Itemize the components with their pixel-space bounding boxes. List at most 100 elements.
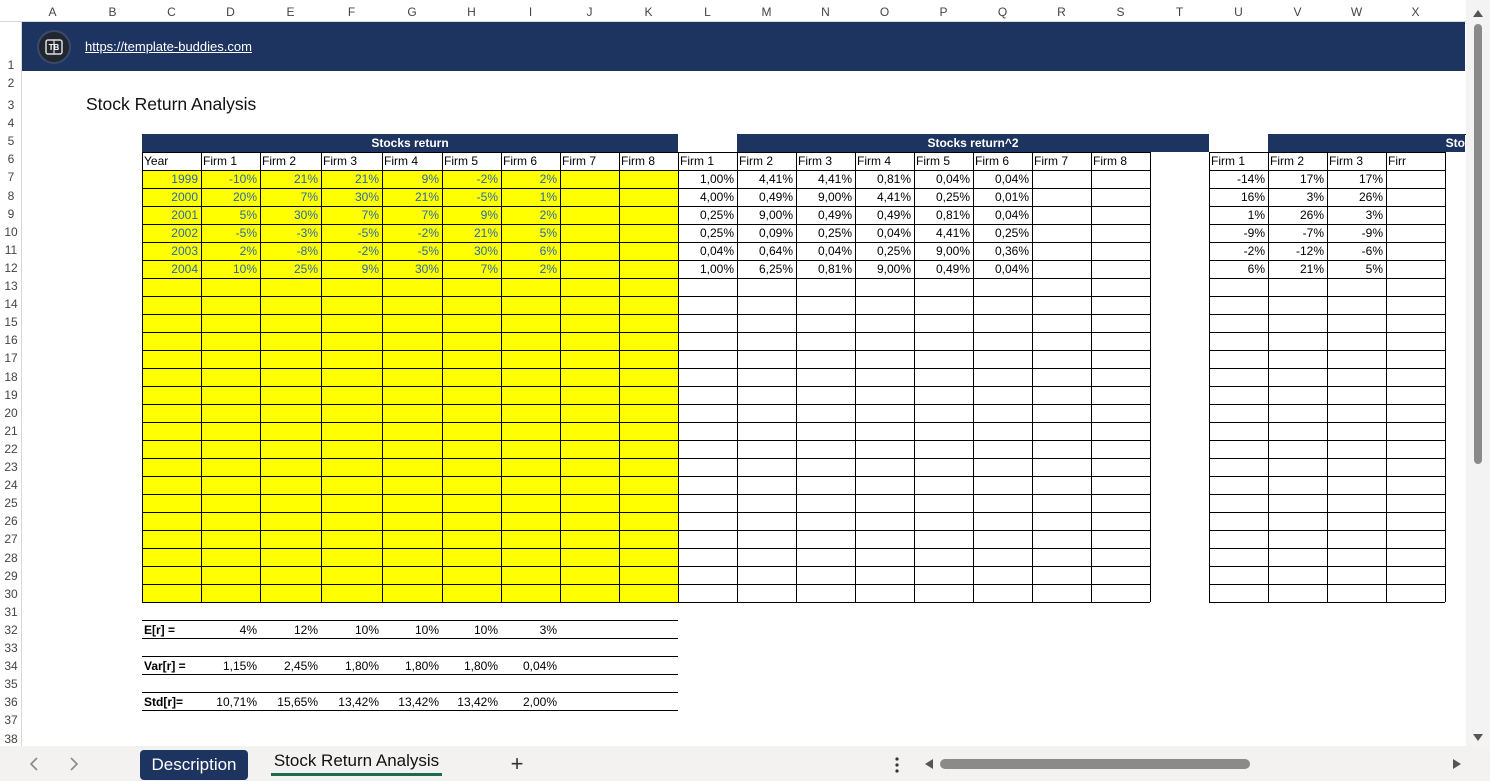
squared-header-cell[interactable]: Firm 6 (975, 152, 1029, 170)
returns-cell[interactable] (562, 242, 616, 260)
vertical-scroll-thumb[interactable] (1474, 24, 1482, 464)
squared-cell[interactable]: 0,64% (739, 242, 793, 260)
summary-value[interactable]: 13,42% (444, 693, 498, 711)
squared-cell[interactable]: 9,00% (916, 242, 970, 260)
squared-cell[interactable]: 0,25% (680, 206, 734, 224)
returns-header-cell[interactable]: Firm 3 (323, 152, 379, 170)
returns-cell[interactable]: 7% (444, 260, 498, 278)
squared-cell[interactable]: 0,04% (975, 206, 1029, 224)
returns-cell[interactable]: 30% (444, 242, 498, 260)
squared-cell[interactable]: 0,49% (916, 260, 970, 278)
summary-value[interactable]: 13,42% (384, 693, 439, 711)
third-cell[interactable]: 17% (1329, 170, 1383, 188)
squared-cell[interactable]: 6,25% (739, 260, 793, 278)
returns-cell[interactable] (621, 170, 675, 188)
returns-header-cell[interactable]: Firm 5 (444, 152, 498, 170)
squared-cell[interactable] (1093, 224, 1147, 242)
prev-sheet-icon[interactable] (24, 753, 44, 775)
third-header-cell[interactable]: Firr (1388, 152, 1442, 170)
returns-cell[interactable]: 2% (503, 260, 557, 278)
returns-cell[interactable]: 1% (503, 188, 557, 206)
returns-cell[interactable]: 21% (444, 224, 498, 242)
returns-cell[interactable]: 7% (323, 206, 379, 224)
third-cell[interactable]: 16% (1211, 188, 1265, 206)
third-cell[interactable]: -7% (1270, 224, 1324, 242)
third-cell[interactable]: 3% (1270, 188, 1324, 206)
squared-cell[interactable]: 0,09% (739, 224, 793, 242)
returns-header-cell[interactable]: Firm 1 (203, 152, 257, 170)
squared-cell[interactable]: 0,25% (857, 242, 911, 260)
squared-cell[interactable] (1093, 260, 1147, 278)
more-options-icon[interactable] (890, 754, 904, 776)
returns-cell[interactable] (562, 170, 616, 188)
returns-cell[interactable]: 2% (203, 242, 257, 260)
tab-description[interactable]: Description (140, 750, 248, 780)
squared-cell[interactable]: 0,81% (857, 170, 911, 188)
third-cell[interactable]: -12% (1270, 242, 1324, 260)
squared-cell[interactable]: 1,00% (680, 170, 734, 188)
squared-header-cell[interactable]: Firm 7 (1034, 152, 1088, 170)
returns-cell[interactable]: 2001 (144, 206, 198, 224)
third-cell[interactable]: -2% (1211, 242, 1265, 260)
summary-value[interactable]: 3% (503, 621, 557, 639)
scroll-right-arrow-icon[interactable] (1450, 757, 1464, 771)
squared-cell[interactable]: 0,25% (916, 188, 970, 206)
returns-cell[interactable]: -3% (262, 224, 318, 242)
next-sheet-icon[interactable] (64, 753, 84, 775)
squared-cell[interactable]: 0,81% (916, 206, 970, 224)
returns-header-cell[interactable]: Firm 8 (621, 152, 675, 170)
squared-cell[interactable]: 9,00% (739, 206, 793, 224)
summary-value[interactable]: 1,80% (384, 657, 439, 675)
returns-header-cell[interactable]: Firm 6 (503, 152, 557, 170)
squared-cell[interactable] (1093, 170, 1147, 188)
returns-cell[interactable]: 2002 (144, 224, 198, 242)
squared-cell[interactable]: 0,04% (680, 242, 734, 260)
third-header-cell[interactable]: Firm 3 (1329, 152, 1383, 170)
returns-cell[interactable]: 21% (262, 170, 318, 188)
returns-cell[interactable]: 2% (503, 206, 557, 224)
third-cell[interactable]: 17% (1270, 170, 1324, 188)
add-sheet-button[interactable]: + (505, 750, 529, 778)
scroll-down-arrow-icon[interactable] (1470, 731, 1486, 743)
squared-cell[interactable]: 0,25% (975, 224, 1029, 242)
squared-cell[interactable]: 0,04% (798, 242, 852, 260)
summary-label[interactable]: E[r] = (144, 621, 198, 639)
squared-cell[interactable]: 0,04% (975, 260, 1029, 278)
squared-cell[interactable]: 1,00% (680, 260, 734, 278)
summary-label[interactable]: Std[r]= (144, 693, 198, 711)
returns-cell[interactable]: 30% (384, 260, 439, 278)
squared-cell[interactable]: 0,25% (680, 224, 734, 242)
squared-cell[interactable]: 0,49% (857, 206, 911, 224)
squared-cell[interactable] (1034, 188, 1088, 206)
third-cell[interactable]: 3% (1329, 206, 1383, 224)
third-cell[interactable]: 26% (1329, 188, 1383, 206)
returns-cell[interactable]: 9% (323, 260, 379, 278)
squared-cell[interactable]: 0,01% (975, 188, 1029, 206)
summary-value[interactable]: 1,80% (323, 657, 379, 675)
third-cell[interactable]: -9% (1211, 224, 1265, 242)
returns-cell[interactable]: -10% (203, 170, 257, 188)
summary-value[interactable]: 12% (262, 621, 318, 639)
returns-cell[interactable]: -2% (323, 242, 379, 260)
returns-cell[interactable]: 7% (262, 188, 318, 206)
returns-cell[interactable]: 25% (262, 260, 318, 278)
summary-value[interactable]: 15,65% (262, 693, 318, 711)
squared-cell[interactable] (1093, 242, 1147, 260)
squared-header-cell[interactable]: Firm 4 (857, 152, 911, 170)
squared-header-cell[interactable]: Firm 2 (739, 152, 793, 170)
squared-cell[interactable]: 0,49% (739, 188, 793, 206)
returns-cell[interactable] (562, 188, 616, 206)
squared-header-cell[interactable]: Firm 5 (916, 152, 970, 170)
returns-cell[interactable]: -2% (384, 224, 439, 242)
returns-cell[interactable]: 5% (203, 206, 257, 224)
squared-header-cell[interactable]: Firm 1 (680, 152, 734, 170)
squared-cell[interactable] (1034, 206, 1088, 224)
returns-header-cell[interactable]: Firm 4 (384, 152, 439, 170)
squared-header-cell[interactable]: Firm 8 (1093, 152, 1147, 170)
returns-header-cell[interactable]: Firm 2 (262, 152, 318, 170)
returns-cell[interactable]: 2% (503, 170, 557, 188)
summary-value[interactable]: 10% (323, 621, 379, 639)
returns-cell[interactable]: -5% (444, 188, 498, 206)
squared-cell[interactable] (1034, 170, 1088, 188)
squared-cell[interactable] (1034, 260, 1088, 278)
